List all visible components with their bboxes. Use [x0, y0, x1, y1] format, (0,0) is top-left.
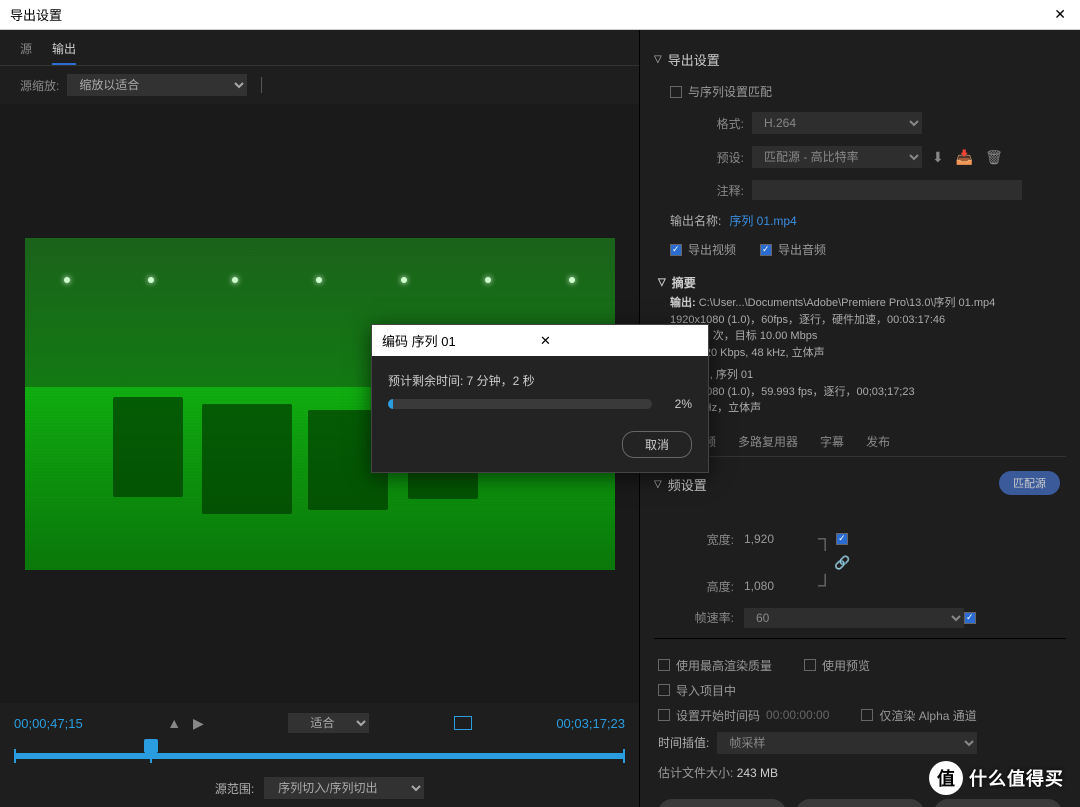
progress-bar	[388, 399, 652, 409]
summary-output: 输出: C:\User...\Documents\Adobe\Premiere …	[670, 295, 1066, 361]
preset-label: 预设:	[684, 149, 744, 166]
fps-row: 帧速率: 60	[684, 608, 1066, 628]
timeline-range[interactable]	[14, 753, 625, 759]
time-interp-select[interactable]: 帧采样	[717, 732, 977, 754]
alpha-only-checkbox[interactable]	[861, 709, 873, 721]
window-close-button[interactable]: ✕	[1050, 6, 1070, 23]
summary-source: 源: 序列, 序列 01 1920x1080 (1.0)，59.993 fps，…	[670, 367, 1066, 417]
source-scale-label: 源缩放:	[20, 77, 59, 94]
twisty-down-icon: ▽	[654, 479, 662, 490]
current-timecode[interactable]: 00;00;47;15	[14, 716, 83, 731]
eta-text: 预计剩余时间: 7 分钟，2 秒	[388, 372, 692, 389]
source-scale-select[interactable]: 缩放以适合	[67, 74, 247, 96]
dialog-close-button[interactable]: ✕	[540, 333, 698, 349]
window-title: 导出设置	[10, 5, 1050, 24]
format-label: 格式:	[684, 115, 744, 132]
subtab-mux[interactable]: 多路复用器	[738, 433, 798, 456]
format-row: 格式: H.264	[684, 112, 1066, 134]
comment-label: 注释:	[684, 182, 744, 199]
match-source-button[interactable]: 匹配源	[999, 471, 1060, 495]
source-range-row: 源范围: 序列切入/序列切出	[0, 769, 639, 807]
tab-source[interactable]: 源	[20, 40, 32, 65]
start-tc-value: 00:00:00:00	[766, 708, 829, 722]
preview-tabs: 源 输出	[0, 30, 639, 66]
cancel-button[interactable]: 取消	[622, 431, 692, 458]
use-preview-checkbox[interactable]	[804, 659, 816, 671]
summary-header[interactable]: ▽ 摘要	[658, 274, 1066, 291]
output-name-label: 输出名称:	[670, 212, 721, 229]
export-settings-header[interactable]: ▽ 导出设置	[654, 50, 1066, 69]
export-video-checkbox[interactable]	[670, 244, 682, 256]
in-point-handle[interactable]	[14, 749, 16, 763]
progress-fill	[388, 399, 393, 409]
max-quality-checkbox[interactable]	[658, 659, 670, 671]
source-scale-row: 源缩放: 缩放以适合	[0, 66, 639, 104]
out-point-handle[interactable]	[623, 749, 625, 763]
prev-frame-icon[interactable]: ▲	[167, 715, 181, 731]
import-preset-icon[interactable]: 📥	[954, 149, 975, 166]
playhead[interactable]	[144, 739, 158, 753]
twisty-down-icon: ▽	[658, 277, 666, 288]
comment-row: 注释:	[684, 180, 1066, 200]
twisty-down-icon: ▽	[654, 54, 662, 65]
total-timecode[interactable]: 00;03;17;23	[556, 716, 625, 731]
comment-input[interactable]	[752, 180, 1022, 200]
watermark-badge: 值	[929, 761, 963, 795]
export-av-row: 导出视频 导出音频	[670, 241, 1066, 258]
output-name-row: 输出名称: 序列 01.mp4	[670, 212, 1066, 229]
basic-video-settings: ▽ 频设置 匹配源 宽度: 1,920 ┐ 🔗 高度: 1,080 ┘	[654, 467, 1066, 638]
export-audio-checkbox[interactable]	[760, 244, 772, 256]
start-tc-checkbox[interactable]	[658, 709, 670, 721]
subtab-caption[interactable]: 字幕	[820, 433, 844, 456]
output-name-link[interactable]: 序列 01.mp4	[729, 212, 796, 229]
link-icon[interactable]: 🔗	[834, 555, 850, 571]
import-project-checkbox[interactable]	[658, 684, 670, 696]
subtab-publish[interactable]: 发布	[866, 433, 890, 456]
match-sequence-checkbox[interactable]	[670, 86, 682, 98]
dialog-title: 编码 序列 01	[382, 331, 540, 350]
link-dimensions-row: 🔗	[684, 555, 1066, 571]
export-button[interactable]	[934, 799, 1062, 807]
queue-button[interactable]: 队列	[796, 799, 924, 807]
next-frame-icon[interactable]: ▶	[193, 715, 204, 732]
dialog-titlebar: 编码 序列 01 ✕	[372, 325, 708, 356]
format-select[interactable]: H.264	[752, 112, 922, 134]
preview-fit-select[interactable]: 适合	[288, 713, 369, 733]
preset-row: 预设: 匹配源 - 高比特率 ⬇ 📥 🗑	[684, 146, 1066, 168]
timeline-bar[interactable]	[14, 743, 625, 769]
width-row: 宽度: 1,920 ┐	[684, 528, 1066, 551]
delete-preset-icon[interactable]: 🗑	[983, 149, 1005, 166]
window-titlebar: 导出设置 ✕	[0, 0, 1080, 30]
source-range-label: 源范围:	[215, 780, 254, 797]
source-range-select[interactable]: 序列切入/序列切出	[264, 777, 424, 799]
tab-output[interactable]: 输出	[52, 40, 76, 65]
width-value[interactable]: 1,920	[744, 532, 804, 546]
watermark-text: 什么值得买	[969, 765, 1064, 791]
match-sequence-row[interactable]: 与序列设置匹配	[670, 83, 1066, 100]
settings-sub-tabs: 频 音频 多路复用器 字幕 发布	[654, 423, 1066, 457]
progress-percent: 2%	[662, 397, 692, 411]
fps-select[interactable]: 60	[744, 608, 964, 628]
preset-select[interactable]: 匹配源 - 高比特率	[752, 146, 922, 168]
width-lock-checkbox[interactable]	[836, 533, 848, 545]
timeline-controls: 00;00;47;15 ▲ ▶ 适合 00;03;17;23	[0, 703, 639, 739]
watermark: 值 什么值得买	[929, 761, 1064, 795]
encoding-progress-dialog: 编码 序列 01 ✕ 预计剩余时间: 7 分钟，2 秒 2% 取消	[371, 324, 709, 473]
metadata-button[interactable]: 元数据...	[658, 799, 786, 807]
aspect-ratio-icon[interactable]	[454, 716, 472, 730]
save-preset-icon[interactable]: ⬇	[930, 149, 946, 166]
separator-icon	[261, 77, 262, 93]
height-row: 高度: 1,080 ┘	[684, 575, 1066, 598]
fps-lock-checkbox[interactable]	[964, 612, 976, 624]
height-value[interactable]: 1,080	[744, 579, 804, 593]
